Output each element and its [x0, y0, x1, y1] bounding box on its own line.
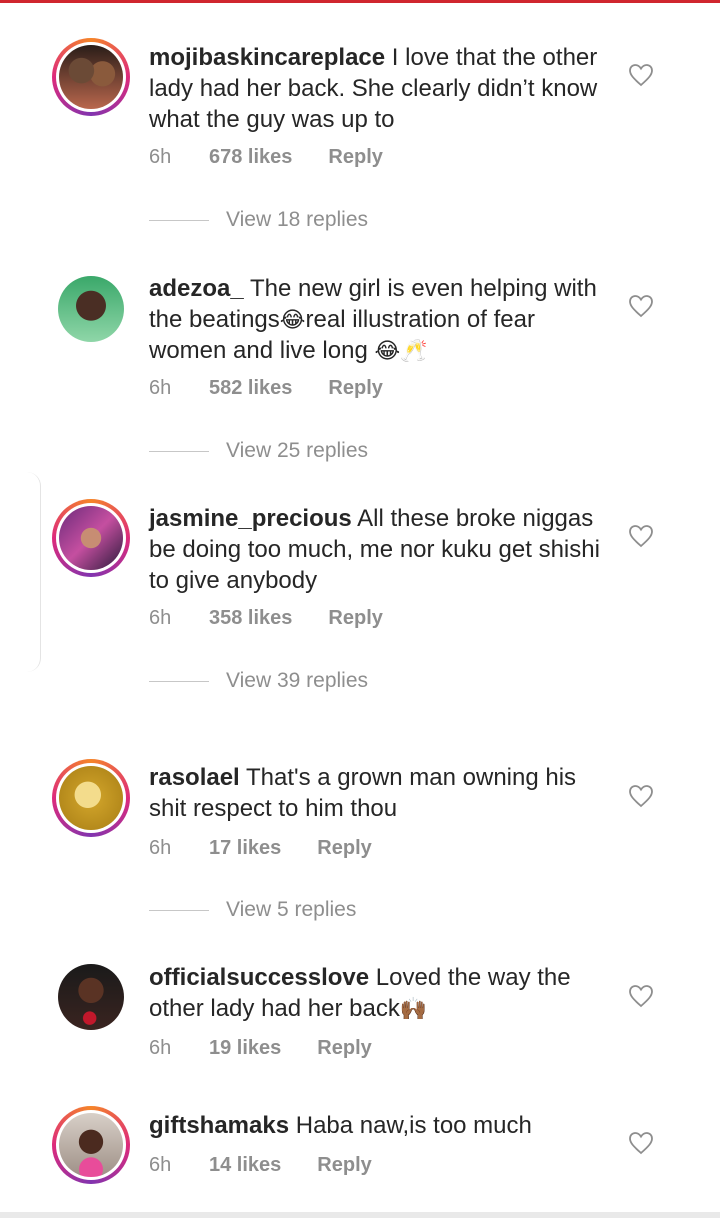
laughing-emoji: 😂 — [279, 307, 306, 332]
comment-time: 6h — [149, 837, 172, 859]
comment-meta: 6h 14 likes Reply — [149, 1154, 372, 1177]
comment-username[interactable]: rasolael — [149, 764, 240, 791]
comment-time: 6h — [149, 1037, 172, 1059]
comment-meta: 6h 17 likes Reply — [149, 837, 372, 860]
avatar[interactable] — [52, 1106, 130, 1184]
avatar[interactable] — [52, 759, 130, 837]
replies-divider — [149, 909, 209, 911]
raised-hands-emoji: 🙌🏾 — [399, 996, 428, 1021]
avatar[interactable] — [52, 38, 130, 116]
comment-meta: 6h 582 likes Reply — [149, 377, 383, 400]
comment-meta: 6h 678 likes Reply — [149, 146, 383, 169]
laughing-emoji: 😂 — [374, 338, 401, 363]
comment-time: 6h — [149, 607, 172, 629]
reply-button[interactable]: Reply — [328, 607, 382, 630]
heart-icon[interactable] — [628, 984, 654, 1008]
comment-time: 6h — [149, 146, 172, 168]
comment-time: 6h — [149, 377, 172, 399]
comment-likes[interactable]: 678 likes — [209, 146, 292, 169]
comment-likes[interactable]: 358 likes — [209, 607, 292, 630]
replies-divider — [149, 680, 209, 682]
replies-divider — [149, 219, 209, 221]
view-replies-link[interactable]: View 25 replies — [149, 439, 368, 463]
heart-icon[interactable] — [628, 63, 654, 87]
heart-icon[interactable] — [628, 294, 654, 318]
replies-divider — [149, 450, 209, 452]
comment-meta: 6h 358 likes Reply — [149, 607, 383, 630]
avatar[interactable] — [52, 270, 130, 348]
avatar[interactable] — [52, 499, 130, 577]
view-replies-label: View 18 replies — [226, 208, 369, 231]
view-replies-label: View 25 replies — [226, 439, 369, 462]
comment-username[interactable]: jasmine_precious — [149, 505, 352, 532]
comment-text: Haba naw,is too much — [295, 1112, 532, 1139]
comment-username[interactable]: giftshamaks — [149, 1112, 289, 1139]
bottom-divider — [0, 1212, 720, 1218]
reply-button[interactable]: Reply — [317, 1037, 371, 1060]
heart-icon[interactable] — [628, 524, 654, 548]
comment-meta: 6h 19 likes Reply — [149, 1037, 372, 1060]
comment-username[interactable]: mojibaskincareplace — [149, 44, 385, 71]
avatar[interactable] — [52, 958, 130, 1036]
view-replies-link[interactable]: View 5 replies — [149, 898, 356, 922]
view-replies-link[interactable]: View 18 replies — [149, 208, 368, 232]
toast-emoji: 🥂 — [400, 338, 428, 363]
comment-likes[interactable]: 14 likes — [209, 1154, 281, 1177]
comment-likes[interactable]: 582 likes — [209, 377, 292, 400]
heart-icon[interactable] — [628, 784, 654, 808]
side-panel-edge — [0, 472, 41, 672]
comment-username[interactable]: officialsuccesslove — [149, 964, 369, 991]
comment-likes[interactable]: 19 likes — [209, 1037, 281, 1060]
reply-button[interactable]: Reply — [317, 837, 371, 860]
comment-time: 6h — [149, 1154, 172, 1176]
view-replies-link[interactable]: View 39 replies — [149, 669, 368, 693]
view-replies-label: View 39 replies — [226, 669, 369, 692]
heart-icon[interactable] — [628, 1131, 654, 1155]
comment-likes[interactable]: 17 likes — [209, 837, 281, 860]
reply-button[interactable]: Reply — [328, 146, 382, 169]
view-replies-label: View 5 replies — [226, 898, 357, 921]
reply-button[interactable]: Reply — [328, 377, 382, 400]
reply-button[interactable]: Reply — [317, 1154, 371, 1177]
comment-username[interactable]: adezoa_ — [149, 275, 244, 302]
top-accent-bar — [0, 0, 720, 3]
